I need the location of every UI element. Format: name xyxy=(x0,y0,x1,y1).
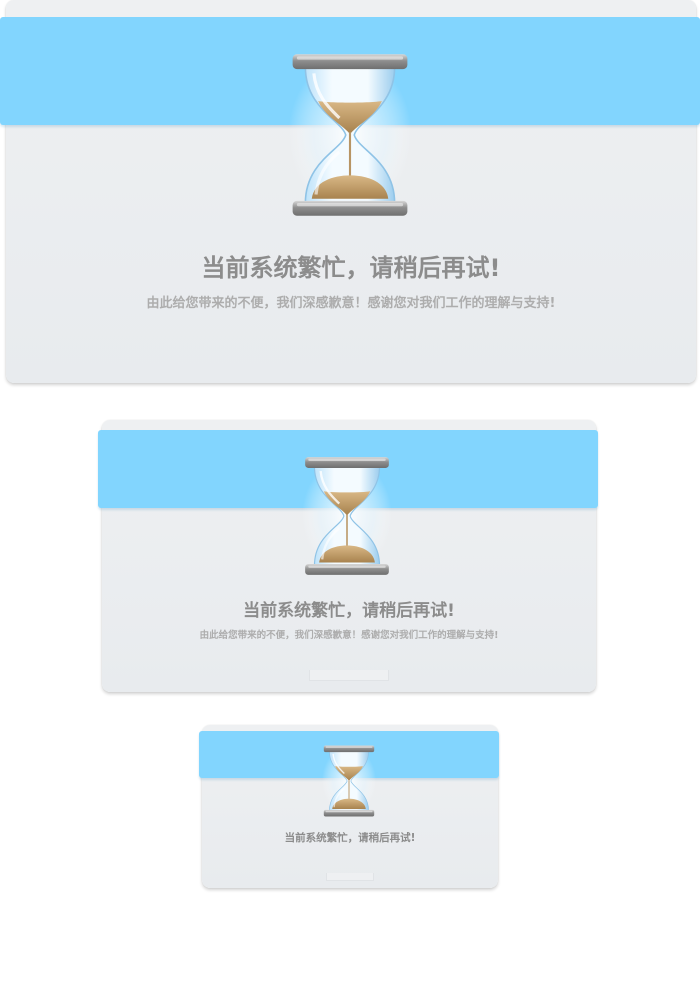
error-card-small: 当前系统繁忙，请稍后再试! xyxy=(199,725,499,888)
error-title: 当前系统繁忙，请稍后再试! xyxy=(284,832,416,844)
hourglass-icon xyxy=(284,50,416,220)
hourglass-icon xyxy=(300,454,394,578)
footer-stub xyxy=(309,670,389,681)
error-title: 当前系统繁忙，请稍后再试! xyxy=(243,601,455,621)
hourglass-icon xyxy=(321,743,377,819)
error-subtitle: 由此给您带来的不便，我们深感歉意！感谢您对我们工作的理解与支持! xyxy=(199,630,499,641)
error-card-medium: 当前系统繁忙，请稍后再试! 由此给您带来的不便，我们深感歉意！感谢您对我们工作的… xyxy=(98,420,598,692)
error-subtitle: 由此给您带来的不便，我们深感歉意！感谢您对我们工作的理解与支持! xyxy=(146,296,556,311)
error-title: 当前系统繁忙，请稍后再试! xyxy=(201,254,501,282)
error-card-large: 当前系统繁忙，请稍后再试! 由此给您带来的不便，我们深感歉意！感谢您对我们工作的… xyxy=(0,0,700,383)
footer-stub xyxy=(326,873,374,881)
